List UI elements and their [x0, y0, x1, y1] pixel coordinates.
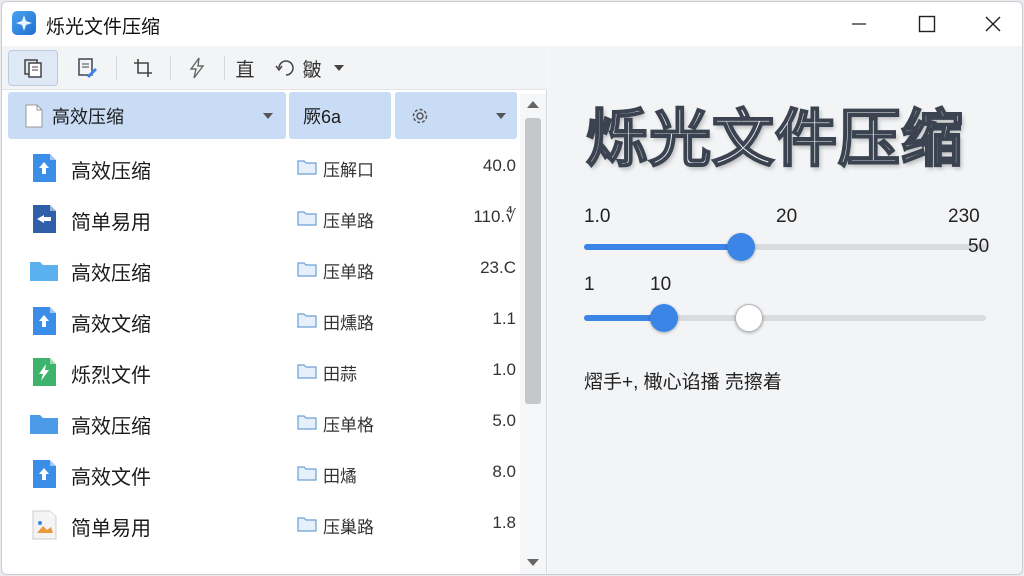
crop-icon	[134, 59, 152, 77]
file-row[interactable]: 高效压缩 压单路 23.C	[2, 244, 518, 295]
copy-icon	[24, 59, 42, 78]
vertical-scrollbar[interactable]	[520, 94, 546, 574]
file-row[interactable]: 高效文缩 田燻路 1.1	[2, 295, 518, 346]
edit-document-icon	[78, 58, 97, 78]
file-name: 烁烈文件	[71, 365, 151, 387]
edit-document-button[interactable]	[64, 50, 110, 86]
toolbar: 直 皺	[2, 46, 547, 90]
file-size: 1.0	[492, 360, 516, 379]
slider2-handle[interactable]	[650, 304, 679, 332]
file-size: 8.0	[492, 462, 516, 481]
brand-title: 烁光文件压缩	[585, 104, 965, 175]
scroll-thumb[interactable]	[525, 118, 541, 404]
scroll-up-icon[interactable]	[527, 101, 539, 108]
folder-icon	[297, 261, 317, 277]
app-logo-icon	[12, 11, 36, 35]
slider2-secondary-handle[interactable]	[734, 304, 763, 332]
toolbar-divider	[170, 56, 171, 80]
scroll-down-icon[interactable]	[527, 559, 539, 566]
slider1-end-label: 50	[968, 236, 990, 257]
file-row[interactable]: 简单易用 压单路 110.∜	[2, 193, 518, 244]
image-file-icon	[28, 509, 60, 541]
document-icon	[25, 104, 43, 127]
maximize-button[interactable]	[896, 2, 958, 46]
file-location: 压单格	[323, 416, 374, 435]
chevron-down-icon	[263, 113, 273, 119]
preview-pane: 烁光文件压缩 1.0 20 230 50 1 10 熠手+, 橄心谄播 売擦着	[548, 46, 1022, 574]
file-location: 田蒜	[323, 365, 357, 384]
slider1-tick-max: 230	[948, 206, 980, 227]
crop-button[interactable]	[122, 50, 164, 86]
file-name: 高效文件	[71, 467, 151, 489]
file-size: 1.1	[492, 309, 516, 328]
file-location: 田燏	[323, 467, 357, 486]
file-size: 110.∜	[473, 207, 516, 226]
file-name: 高效压缩	[71, 161, 151, 183]
folder-icon	[297, 159, 317, 175]
file-location: 压巢路	[323, 518, 374, 537]
lightning-file-icon	[28, 356, 60, 388]
app-window: 烁光文件压缩 直 皺 高效压缩 厥6a 高效压缩 压解口 40.0 简单易用 压…	[1, 1, 1023, 575]
upload-file-icon	[28, 305, 60, 337]
folder-icon	[297, 363, 317, 379]
file-row[interactable]: 高效压缩 压解口 40.0	[2, 142, 518, 193]
close-button[interactable]	[962, 2, 1022, 46]
share-file-icon	[28, 203, 60, 235]
title-bar: 烁光文件压缩	[2, 2, 1022, 46]
file-size: 23.C	[480, 258, 516, 277]
file-location: 压单路	[323, 212, 374, 231]
toolbar-divider	[224, 56, 225, 80]
file-location: 压解口	[323, 161, 374, 180]
status-text: 熠手+, 橄心谄播 売擦着	[584, 372, 782, 393]
file-name: 高效压缩	[71, 263, 151, 285]
column-header-location[interactable]: 厥6a	[289, 92, 391, 139]
folder-icon	[28, 407, 60, 439]
text-dropdown-button[interactable]: 皺	[266, 50, 352, 86]
toolbar-divider	[116, 56, 117, 80]
upload-file-icon	[28, 152, 60, 184]
file-location: 田燻路	[323, 314, 374, 333]
slider2-tick-min: 1	[584, 274, 595, 295]
slider2-tick-mid: 10	[650, 274, 672, 295]
file-size: 40.0	[482, 156, 516, 175]
file-size: 1.8	[492, 513, 516, 532]
column-header-settings[interactable]	[395, 92, 517, 139]
chevron-down-icon	[496, 113, 506, 119]
slider1-handle[interactable]	[726, 233, 755, 261]
text-button-1[interactable]: 直	[230, 50, 260, 86]
folder-icon	[28, 254, 60, 286]
file-name: 高效文缩	[71, 314, 151, 336]
file-name: 高效压缩	[71, 416, 151, 438]
upload-file-icon	[28, 458, 60, 490]
file-row[interactable]: 烁烈文件 田蒜 1.0	[2, 346, 518, 397]
file-row[interactable]: 高效文件 田燏 8.0	[2, 448, 518, 499]
rotate-icon	[275, 60, 295, 76]
file-size: 5.0	[492, 411, 516, 430]
folder-icon	[297, 465, 317, 481]
window-title: 烁光文件压缩	[46, 17, 161, 38]
slider1-tick-mid: 20	[776, 206, 798, 227]
lightning-button[interactable]	[176, 50, 218, 86]
slider1-tick-min: 1.0	[584, 206, 611, 227]
folder-icon	[297, 312, 317, 328]
folder-icon	[297, 414, 317, 430]
file-row[interactable]: 简单易用 压巢路 1.8	[2, 499, 518, 550]
minimize-button[interactable]	[828, 2, 890, 46]
chevron-down-icon	[333, 65, 344, 71]
copy-button[interactable]	[8, 50, 58, 86]
file-row[interactable]: 高效压缩 压单格 5.0	[2, 397, 518, 448]
folder-icon	[297, 210, 317, 226]
file-list-pane: 直 皺 高效压缩 厥6a 高效压缩 压解口 40.0 简单易用 压单路 110.∜ 高效压缩…	[2, 46, 547, 574]
file-location: 压单路	[323, 263, 374, 282]
folder-icon	[297, 516, 317, 532]
slider1-fill	[584, 244, 741, 250]
file-name: 简单易用	[71, 212, 151, 234]
file-name: 简单易用	[71, 518, 151, 540]
column-header-name[interactable]: 高效压缩	[8, 92, 286, 139]
lightning-icon	[189, 57, 205, 79]
gear-icon	[412, 108, 428, 123]
